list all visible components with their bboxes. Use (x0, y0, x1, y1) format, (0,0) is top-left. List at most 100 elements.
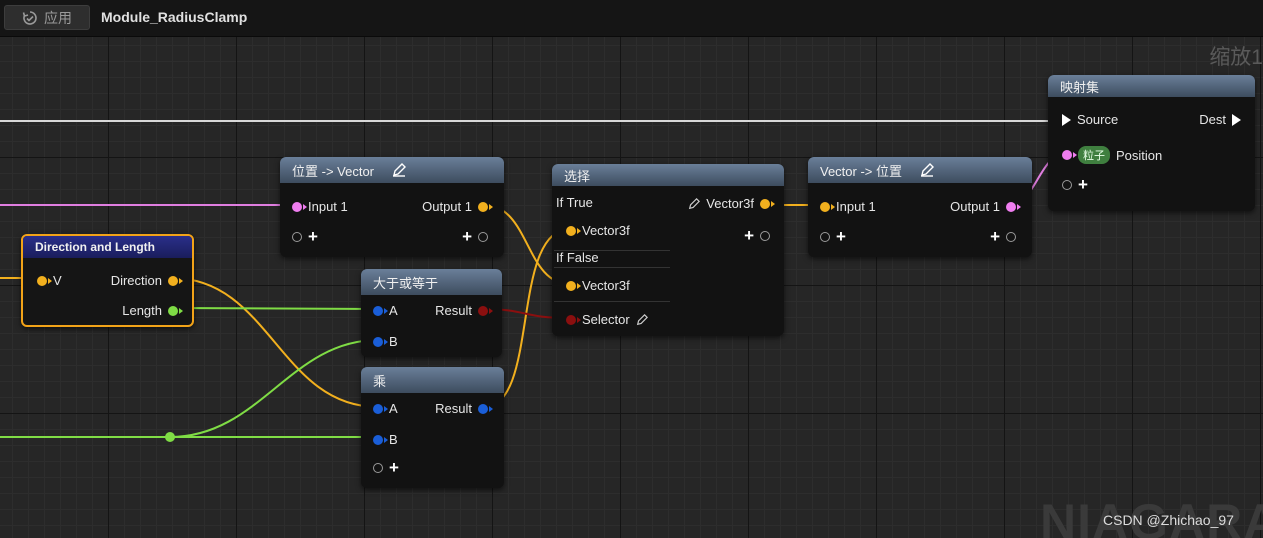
pin-label: A (389, 401, 398, 416)
case-label: If True (556, 195, 593, 210)
pin-row-direction[interactable]: Direction (111, 273, 183, 288)
pin-row-v[interactable]: V (37, 273, 62, 288)
pin-row-length[interactable]: Length (122, 303, 183, 318)
pin-label: Selector (582, 312, 630, 327)
pin-label: Result (435, 401, 472, 416)
node-title: Vector -> 位置 (820, 163, 902, 179)
pin-row-result[interactable]: Result (435, 303, 493, 318)
pin-row-true-value[interactable]: Vector3f (566, 223, 630, 238)
node-select[interactable]: 选择 If True Vector3f Vector3f + If False … (552, 164, 784, 336)
node-header: Vector -> 位置 (808, 157, 1032, 183)
add-input-pin[interactable]: + (373, 458, 399, 477)
pin-label: Input 1 (308, 199, 348, 214)
node-multiply[interactable]: 乘 A Result B + (361, 367, 504, 488)
pin-row-output1[interactable]: Output 1 (950, 199, 1021, 214)
vector-pin[interactable] (566, 225, 581, 236)
node-header: 大于或等于 (361, 269, 502, 295)
node-direction-and-length[interactable]: Direction and Length V Direction Length (21, 234, 194, 327)
position-pin[interactable] (1062, 150, 1077, 160)
pin-row-dest[interactable]: Dest (1199, 112, 1241, 127)
pin-row-false-value[interactable]: Vector3f (566, 278, 630, 293)
node-graph-canvas[interactable]: 缩放1 NIAGARA CSDN @Zhichao_97 Direction a… (0, 37, 1263, 538)
position-pin[interactable] (1006, 201, 1021, 212)
divider (554, 301, 670, 302)
pencil-icon[interactable] (688, 197, 701, 210)
add-output-pin[interactable]: + (462, 228, 488, 245)
empty-pin-icon (760, 231, 770, 241)
empty-pin-icon (1062, 180, 1072, 190)
pin-row-a[interactable]: A (373, 401, 398, 416)
top-toolbar: 应用 Module_RadiusClamp (0, 0, 1263, 37)
add-input-pin[interactable]: + (820, 228, 846, 245)
add-output-pin[interactable]: + (744, 226, 770, 245)
add-output-pin[interactable]: + (990, 227, 1016, 246)
pin-label: Vector3f (582, 223, 630, 238)
node-greater-or-equal[interactable]: 大于或等于 A Result B (361, 269, 502, 357)
pin-row-input1[interactable]: Input 1 (292, 199, 348, 214)
pin-label: Vector3f (582, 278, 630, 293)
pin-row-selector[interactable]: Selector (566, 312, 648, 327)
pin-row-input1[interactable]: Input 1 (820, 199, 876, 214)
node-title: 映射集 (1060, 79, 1100, 95)
bool-pin[interactable] (566, 314, 581, 325)
float-pin[interactable] (168, 305, 183, 316)
vector-pin[interactable] (566, 280, 581, 291)
pin-label: A (389, 303, 398, 318)
divider (554, 267, 670, 268)
number-pin-b[interactable] (373, 434, 388, 445)
pin-label: Dest (1199, 112, 1226, 127)
pin-row-output[interactable]: Vector3f (688, 196, 775, 211)
exec-out-pin[interactable] (1232, 113, 1241, 126)
pencil-icon[interactable] (392, 163, 406, 177)
plus-icon: + (990, 227, 1000, 246)
float-pin-b[interactable] (373, 336, 388, 347)
pencil-icon[interactable] (920, 163, 934, 177)
vector-pin[interactable] (478, 201, 493, 212)
pin-row-output1[interactable]: Output 1 (422, 199, 493, 214)
bool-pin[interactable] (478, 305, 493, 316)
vector-pin[interactable] (37, 275, 52, 286)
particles-namespace-tag: 粒子 (1078, 146, 1110, 164)
number-pin-result[interactable] (478, 403, 493, 414)
if-true-label: If True (556, 195, 593, 210)
node-header: 映射集 (1048, 75, 1255, 97)
float-reroute-node[interactable] (165, 432, 175, 442)
plus-icon: + (1078, 175, 1088, 194)
float-wire-to-gte-b (169, 339, 379, 438)
undo-circle-icon (22, 10, 37, 25)
pin-row-result[interactable]: Result (435, 401, 493, 416)
node-vector-to-position[interactable]: Vector -> 位置 Input 1 Output 1 + + (808, 157, 1032, 257)
exec-in-pin[interactable] (1062, 113, 1071, 126)
vector-pin[interactable] (760, 198, 775, 209)
apply-button[interactable]: 应用 (4, 5, 90, 30)
pin-label: Position (1116, 147, 1163, 163)
pin-row-source[interactable]: Source (1062, 112, 1118, 127)
position-pin[interactable] (292, 201, 307, 212)
pin-label: Length (122, 303, 162, 318)
node-map-set[interactable]: 映射集 Source Dest 粒子 Position + (1048, 75, 1255, 211)
apply-label: 应用 (44, 9, 72, 26)
pin-row-position[interactable]: 粒子 Position (1062, 146, 1162, 164)
vector-pin[interactable] (168, 275, 183, 286)
pin-label: B (389, 432, 398, 447)
plus-icon: + (744, 226, 754, 245)
page-title: Module_RadiusClamp (101, 9, 248, 25)
float-pin-a[interactable] (373, 305, 388, 316)
pin-row-b[interactable]: B (373, 334, 398, 349)
number-pin-a[interactable] (373, 403, 388, 414)
vector-pin[interactable] (820, 201, 835, 212)
node-header: Direction and Length (23, 236, 192, 258)
node-position-to-vector[interactable]: 位置 -> Vector Input 1 Output 1 + + (280, 157, 504, 257)
node-header: 乘 (361, 367, 504, 393)
plus-icon: + (389, 458, 399, 477)
pin-row-a[interactable]: A (373, 303, 398, 318)
zoom-label: 缩放1 (1209, 46, 1263, 69)
pin-row-b[interactable]: B (373, 432, 398, 447)
node-title: 乘 (373, 373, 387, 389)
if-false-label: If False (556, 250, 599, 265)
case-label: If False (556, 250, 599, 265)
add-input-pin[interactable]: + (292, 228, 318, 245)
empty-pin-icon (373, 463, 383, 473)
add-parameter-pin[interactable]: + (1062, 175, 1088, 194)
pencil-icon[interactable] (636, 313, 648, 326)
